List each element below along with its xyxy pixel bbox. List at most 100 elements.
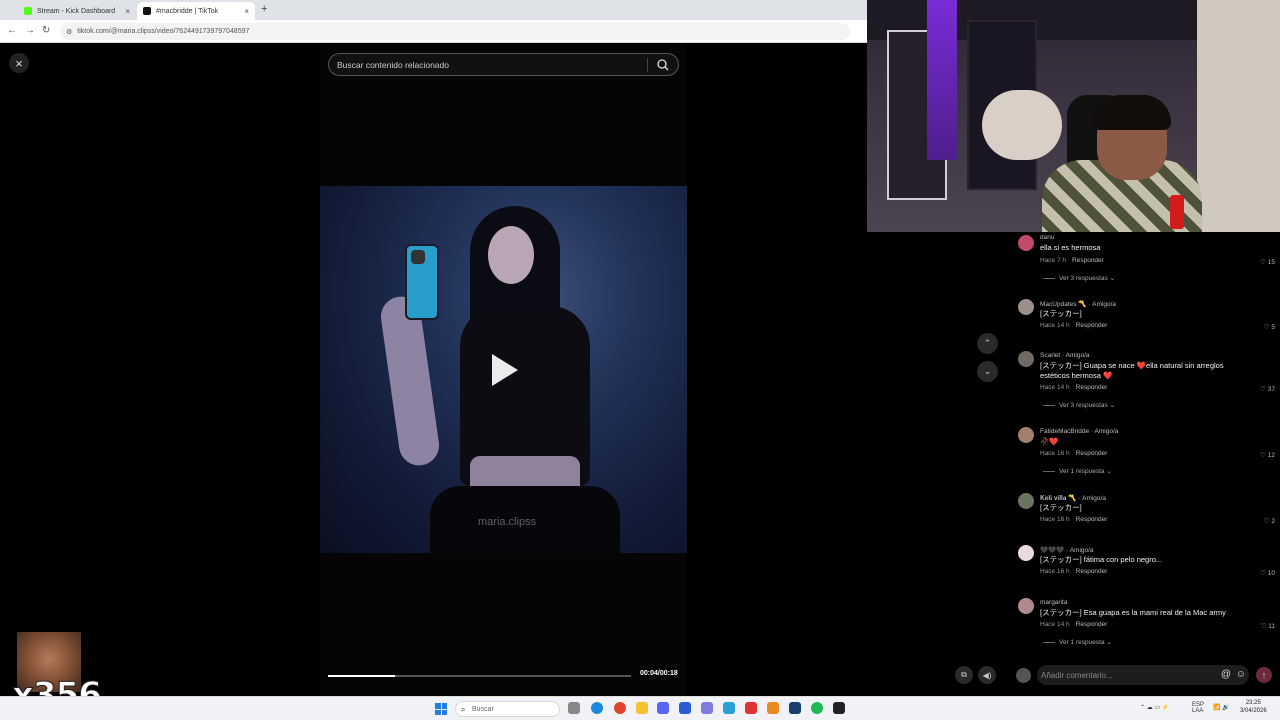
close-icon[interactable]: × [125,7,130,16]
video-progress-bar[interactable] [328,675,631,677]
volume-icon[interactable]: ◀) [978,666,996,684]
view-replies-button[interactable]: Ver 1 respuesta ⌄ [1043,638,1112,646]
send-comment-button[interactable]: ↑ [1256,667,1272,683]
taskbar-search-placeholder: Buscar [472,705,494,713]
emoji-icon[interactable]: ☺ [1236,669,1246,680]
mini-player-icon[interactable]: ⧉ [955,666,973,684]
comment-text: [ステッカー] Esa guapa es la mami real de la … [1040,608,1226,617]
avatar[interactable] [1018,427,1034,443]
app-icon[interactable] [789,702,801,714]
divider [1043,404,1055,406]
reply-button[interactable]: Responder [1076,516,1108,523]
file-explorer-icon[interactable] [568,702,580,714]
comment-likes[interactable]: ♡ 11 [1261,622,1275,630]
avatar[interactable] [1018,351,1034,367]
taskbar-clock[interactable]: 23:25 3/04/2026 [1240,699,1267,715]
discord-icon[interactable] [657,702,669,714]
avatar[interactable] [1018,598,1034,614]
folder-icon[interactable] [636,702,648,714]
comment-time: Hace 16 h [1040,450,1070,457]
comment-likes[interactable]: ♡ 12 [1260,451,1275,459]
comment-text: ella si es hermosa [1040,243,1101,252]
windows-start-icon[interactable] [435,703,447,715]
terminal-icon[interactable] [833,702,845,714]
reload-icon[interactable]: ↻ [42,25,50,36]
url-field[interactable]: ⚙ tiktok.com/@maria.clipss/video/7624491… [60,23,850,40]
tab-kick-dashboard[interactable]: Stream - Kick Dashboard × [18,2,136,20]
phone-in-video [405,244,439,320]
view-replies-button[interactable]: Ver 1 respuesta ⌄ [1043,467,1112,475]
room-wall [1197,0,1280,232]
spotify-icon[interactable] [811,702,823,714]
next-video-button[interactable]: ⌄ [977,361,998,382]
video-figure-arm [378,294,442,468]
comment-meta: Hace 14 h Responder [1040,322,1107,329]
comment-author[interactable]: Scarlet · Amigo/a [1040,352,1090,359]
reply-button[interactable]: Responder [1076,384,1108,391]
comment-likes[interactable]: ♡ 37 [1260,385,1275,393]
comment-author[interactable]: FatideMacBridde · Amigo/a [1040,428,1118,435]
avatar[interactable] [1018,235,1034,251]
related-search-input[interactable]: Buscar contenido relacionado [328,53,679,76]
comment-likes[interactable]: ♡ 5 [1264,323,1275,331]
app-icon[interactable] [767,702,779,714]
comment-time: Hace 14 h [1040,322,1070,329]
taskbar-search[interactable]: ⌕ Buscar [455,701,560,717]
comment-author[interactable]: danu [1040,234,1054,241]
comment-input[interactable]: Añadir comentario... @ ☺ [1037,665,1249,685]
new-tab-button[interactable]: + [261,3,267,15]
close-icon[interactable]: × [244,7,249,16]
video-time: 00:04/00:18 [640,670,678,677]
avatar[interactable] [1018,299,1034,315]
app-icon[interactable] [723,702,735,714]
reply-button[interactable]: Responder [1072,257,1104,264]
system-tray-icons[interactable]: ⌃ ☁ ▭ ⚡ [1140,704,1169,711]
red-cup [1170,195,1184,229]
app-icon[interactable] [701,702,713,714]
avatar[interactable] [1018,545,1034,561]
comment-likes[interactable]: ♡ 15 [1260,258,1275,266]
mention-icon[interactable]: @ [1221,669,1231,680]
previous-video-button[interactable]: ⌃ [977,333,998,354]
reply-button[interactable]: Responder [1076,450,1108,457]
purple-led-light [927,0,957,160]
app-icon[interactable] [745,702,757,714]
reply-button[interactable]: Responder [1076,621,1108,628]
play-icon[interactable] [492,354,518,386]
network-volume-icons[interactable]: 📶 🔊 [1213,704,1230,711]
edge-icon[interactable] [591,702,603,714]
reply-button[interactable]: Responder [1076,322,1108,329]
comment-author[interactable]: MacUpdates 〽️ · Amigo/a [1040,300,1116,308]
comment-author[interactable]: 𝐊𝐞𝐥𝐢 𝐯𝐢𝐥𝐥𝐚 〽️ · Amigo/a [1040,494,1106,503]
site-info-icon[interactable]: ⚙ [66,28,72,36]
webcam-overlay [867,0,1280,232]
likes-count: 15 [1267,259,1275,266]
forward-icon[interactable]: → [25,25,35,36]
divider [647,58,648,72]
input-language[interactable]: ESP LAA [1192,702,1204,714]
app-icon[interactable] [679,702,691,714]
divider [1043,641,1055,643]
video-column: Buscar contenido relacionado maria.clips… [320,43,687,696]
reply-button[interactable]: Responder [1076,568,1108,575]
video-frame[interactable]: maria.clipss [320,186,687,553]
back-icon[interactable]: ← [7,25,17,36]
address-bar: ← → ↻ ⚙ tiktok.com/@maria.clipss/video/7… [0,20,867,43]
comment-author[interactable]: 🖤🖤🖤 · Amigo/a [1040,546,1094,554]
avatar[interactable] [1018,493,1034,509]
comment-likes[interactable]: ♡ 10 [1260,569,1275,577]
comment-text: 🥀❤️ [1040,437,1059,446]
comment-time: Hace 16 h [1040,516,1070,523]
phone-camera [411,250,425,264]
comments-panel: danu ella si es hermosa Hace 7 h Responde… [1010,232,1280,656]
view-replies-label: Ver 1 respuesta [1059,639,1105,646]
search-icon[interactable] [656,58,670,72]
comment-author[interactable]: margarita [1040,599,1067,606]
view-replies-button[interactable]: Ver 3 respuestas ⌄ [1043,274,1115,282]
tab-tiktok[interactable]: #macbridde | TikTok × [137,2,255,20]
comment-time: Hace 7 h [1040,257,1067,264]
view-replies-button[interactable]: Ver 3 respuestas ⌄ [1043,401,1115,409]
close-video-button[interactable]: × [9,53,29,73]
chrome-icon[interactable] [614,702,626,714]
comment-likes[interactable]: ♡ 2 [1264,517,1275,525]
